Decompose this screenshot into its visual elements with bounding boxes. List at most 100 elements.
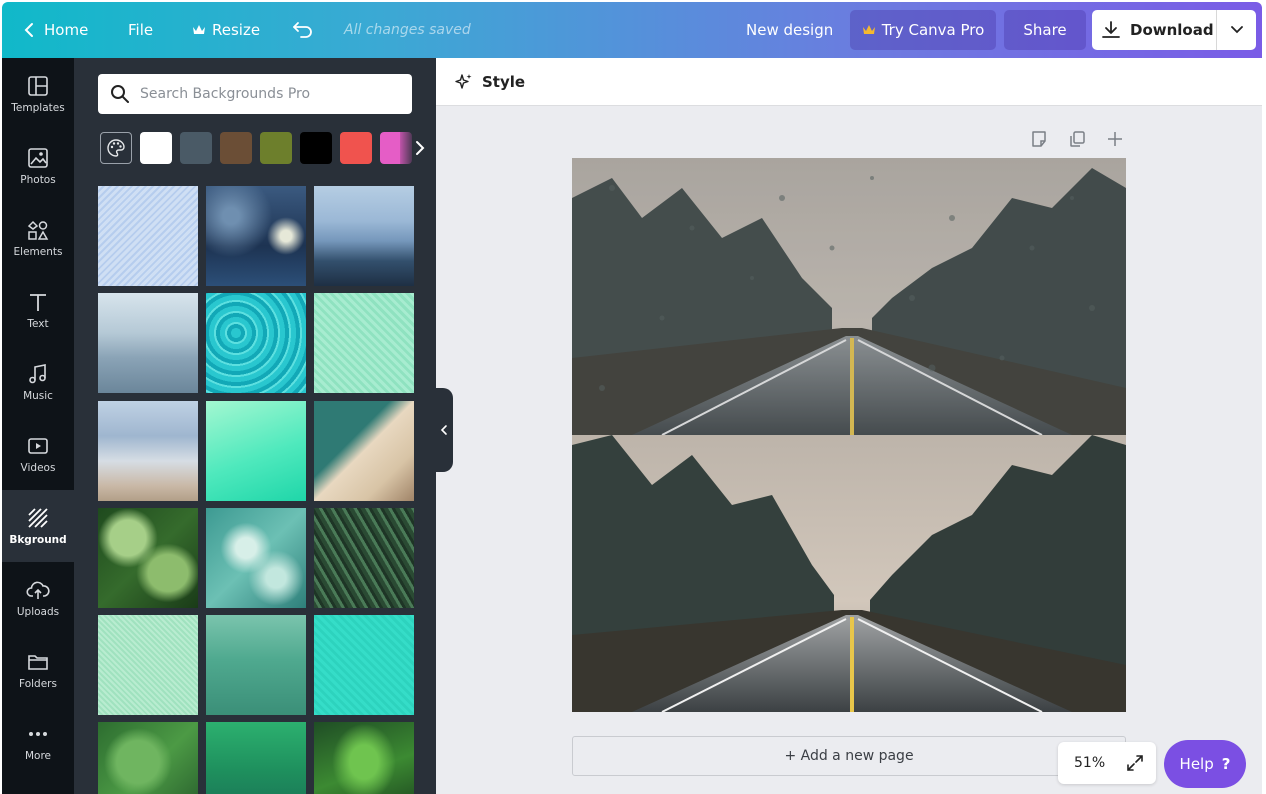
search-box[interactable] bbox=[98, 74, 412, 114]
resize-label: Resize bbox=[212, 21, 261, 39]
sidebar-item-photos[interactable]: Photos bbox=[2, 130, 74, 202]
background-thumbnail-pool-water[interactable] bbox=[206, 293, 306, 393]
background-thumbnail-ferns[interactable] bbox=[314, 508, 414, 608]
color-swatch-brown[interactable] bbox=[220, 132, 252, 164]
collapse-panel-button[interactable] bbox=[435, 388, 453, 472]
color-filter-row bbox=[100, 132, 436, 164]
download-icon bbox=[1102, 21, 1120, 38]
download-options-button[interactable] bbox=[1217, 10, 1256, 50]
uploads-icon bbox=[26, 581, 50, 599]
color-swatch-slate[interactable] bbox=[180, 132, 212, 164]
background-thumbnail-turquoise-pattern[interactable] bbox=[314, 615, 414, 715]
side-navigation: Templates Photos Elements Text Music Vid… bbox=[2, 58, 74, 794]
download-label: Download bbox=[1130, 21, 1214, 39]
top-bar: Home File Resize All changes saved New d… bbox=[2, 2, 1262, 58]
background-thumbnail-mint-gradient[interactable] bbox=[206, 401, 306, 501]
add-new-page-button[interactable]: + Add a new page bbox=[572, 736, 1126, 776]
background-thumbnail-leaf-cluster[interactable] bbox=[98, 722, 198, 794]
photos-icon bbox=[28, 147, 48, 168]
download-main[interactable]: Download bbox=[1092, 10, 1216, 50]
fullscreen-icon[interactable] bbox=[1126, 754, 1144, 772]
background-thumbnail-mint-pattern[interactable] bbox=[314, 293, 414, 393]
resize-button[interactable]: Resize bbox=[192, 2, 260, 58]
new-design-label: New design bbox=[746, 21, 834, 39]
background-thumbnail-light-mint-pattern[interactable] bbox=[98, 615, 198, 715]
sidebar-item-folders[interactable]: Folders bbox=[2, 634, 74, 706]
sidebar-item-elements[interactable]: Elements bbox=[2, 202, 74, 274]
crown-icon bbox=[193, 25, 205, 34]
style-toolbar: Style bbox=[436, 58, 1262, 106]
sidebar-item-more[interactable]: More bbox=[2, 706, 74, 778]
save-status: All changes saved bbox=[344, 22, 471, 38]
backgrounds-panel bbox=[74, 58, 436, 794]
swatch-next-button[interactable] bbox=[400, 132, 436, 164]
zoom-level[interactable]: 51% bbox=[1074, 755, 1105, 771]
videos-icon bbox=[28, 437, 48, 454]
file-label: File bbox=[128, 21, 154, 39]
chevron-left-icon bbox=[24, 23, 33, 37]
sidebar-item-label: Uploads bbox=[16, 605, 60, 618]
background-thumbnail-aerial-shore[interactable] bbox=[314, 401, 414, 501]
sidebar-item-label: Folders bbox=[19, 677, 57, 690]
download-button[interactable]: Download bbox=[1092, 10, 1256, 50]
road-photo-bottom[interactable] bbox=[572, 435, 1126, 712]
share-button[interactable]: Share bbox=[1004, 10, 1086, 50]
search-input[interactable] bbox=[140, 86, 400, 102]
color-swatch-black[interactable] bbox=[300, 132, 332, 164]
background-thumbnail-jellyfish-green[interactable] bbox=[206, 722, 306, 794]
background-thumbnail-sea-foam[interactable] bbox=[206, 508, 306, 608]
help-question-icon: ? bbox=[1221, 755, 1231, 773]
new-design-button[interactable]: New design bbox=[746, 2, 833, 58]
folders-icon bbox=[28, 654, 48, 670]
background-thumbnail-rain-glass[interactable] bbox=[206, 186, 306, 286]
search-icon bbox=[111, 85, 129, 103]
help-label: Help bbox=[1179, 755, 1214, 773]
sidebar-item-label: More bbox=[24, 749, 52, 762]
more-icon bbox=[29, 731, 47, 736]
undo-button[interactable] bbox=[292, 2, 314, 58]
design-page[interactable] bbox=[572, 158, 1126, 712]
color-swatch-red[interactable] bbox=[340, 132, 372, 164]
sidebar-item-background[interactable]: Bkground bbox=[2, 490, 74, 562]
palette-icon bbox=[107, 139, 125, 157]
text-icon bbox=[30, 293, 46, 311]
sidebar-item-uploads[interactable]: Uploads bbox=[2, 562, 74, 634]
home-label: Home bbox=[44, 21, 89, 39]
duplicate-page-icon[interactable] bbox=[1068, 130, 1086, 148]
background-thumbnail-misty-hills[interactable] bbox=[98, 293, 198, 393]
sidebar-item-label: Text bbox=[27, 317, 49, 330]
zoom-control[interactable]: 51% bbox=[1058, 742, 1156, 784]
sparkle-icon bbox=[455, 73, 472, 89]
elements-icon bbox=[27, 220, 49, 240]
chevron-left-icon bbox=[440, 425, 447, 435]
sidebar-item-text[interactable]: Text bbox=[2, 274, 74, 346]
background-thumbnail-green-water[interactable] bbox=[206, 615, 306, 715]
color-swatch-white[interactable] bbox=[140, 132, 172, 164]
note-icon[interactable] bbox=[1030, 130, 1048, 148]
color-swatch-olive[interactable] bbox=[260, 132, 292, 164]
add-page-icon[interactable] bbox=[1106, 130, 1124, 148]
style-button-label[interactable]: Style bbox=[482, 73, 525, 91]
sidebar-item-videos[interactable]: Videos bbox=[2, 418, 74, 490]
canvas-area: Style + Add a new page 51% Help ? bbox=[436, 58, 1262, 794]
help-button[interactable]: Help ? bbox=[1164, 740, 1246, 788]
background-thumbnail-blue-stripes[interactable] bbox=[98, 186, 198, 286]
sidebar-item-music[interactable]: Music bbox=[2, 346, 74, 418]
road-photo-top[interactable] bbox=[572, 158, 1126, 435]
background-thumbnail-mountain-haze[interactable] bbox=[314, 186, 414, 286]
background-thumbnail-beach-waves[interactable] bbox=[98, 401, 198, 501]
home-button[interactable]: Home bbox=[24, 2, 88, 58]
chevron-right-icon bbox=[416, 141, 425, 155]
background-thumbnail-aurora-green[interactable] bbox=[314, 722, 414, 794]
music-icon bbox=[29, 363, 46, 383]
sidebar-item-label: Templates bbox=[11, 101, 65, 114]
color-palette-button[interactable] bbox=[100, 132, 132, 164]
templates-icon bbox=[28, 75, 48, 96]
background-thumbnail-green-leaves[interactable] bbox=[98, 508, 198, 608]
add-page-label: + Add a new page bbox=[784, 748, 914, 764]
sidebar-item-templates[interactable]: Templates bbox=[2, 58, 74, 130]
sidebar-item-label: Music bbox=[23, 389, 53, 402]
file-menu-button[interactable]: File bbox=[128, 2, 153, 58]
try-canva-pro-button[interactable]: Try Canva Pro bbox=[850, 10, 996, 50]
sidebar-item-label: Elements bbox=[13, 245, 63, 258]
